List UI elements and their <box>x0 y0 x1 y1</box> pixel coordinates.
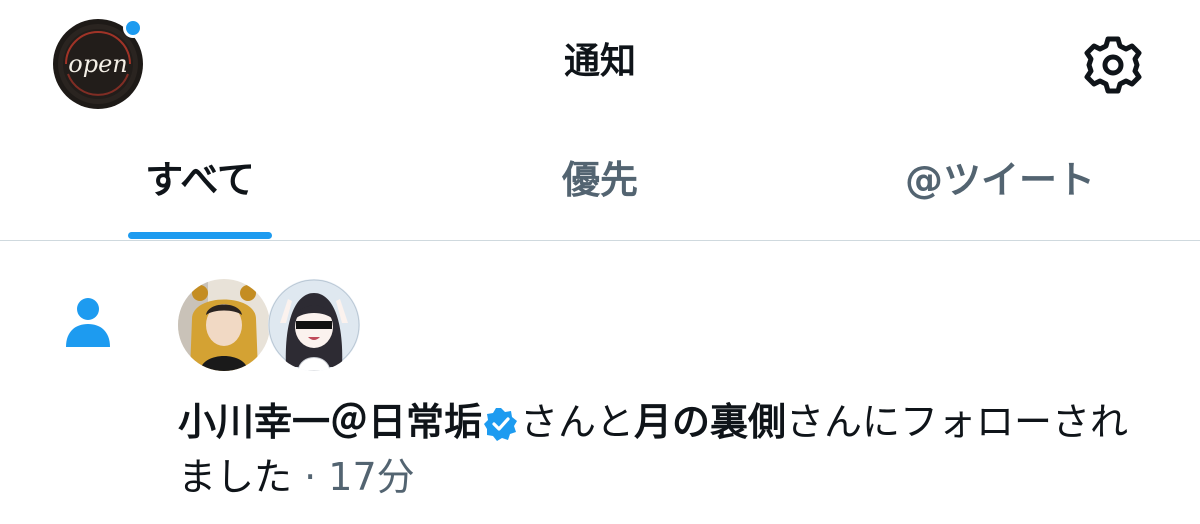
person-icon <box>66 298 110 347</box>
notification-time: 17分 <box>328 455 415 499</box>
actor-name-2[interactable]: 月の裏側 <box>634 400 786 444</box>
tab-mentions[interactable]: @ツイート <box>870 125 1130 241</box>
tab-priority-label: 優先 <box>561 158 638 202</box>
follow-notification[interactable]: 小川幸一＠日常垢 さんと月の裏側さんにフォローされました · 17分 <box>0 241 1200 524</box>
tab-mentions-label: @ツイート <box>904 158 1095 202</box>
actor-avatar-1[interactable] <box>178 279 270 371</box>
top-header: open 通知 <box>0 0 1200 125</box>
time-separator: · <box>292 455 329 499</box>
text-and: さんと <box>520 400 635 444</box>
actor-name-1[interactable]: 小川幸一＠日常垢 <box>178 400 482 444</box>
tab-all[interactable]: すべて <box>90 125 310 241</box>
actor-avatar-2[interactable] <box>268 279 360 371</box>
gear-icon <box>1084 36 1142 94</box>
tab-priority[interactable]: 優先 <box>490 125 710 241</box>
tab-all-label: すべて <box>145 158 255 202</box>
verified-badge-icon <box>484 408 518 441</box>
anime-girl-avatar <box>268 279 360 371</box>
notification-tabs: すべて 優先 @ツイート <box>0 125 1200 241</box>
page-title: 通知 <box>563 41 636 82</box>
photo-avatar <box>178 279 270 371</box>
settings-button[interactable] <box>1080 32 1146 98</box>
unread-dot <box>123 18 143 38</box>
active-tab-indicator <box>128 232 272 239</box>
notifications-screen: open 通知 すべて 優先 @ツイート 小川幸一＠日常垢 さんと月の裏側さんに… <box>0 0 1200 524</box>
notification-text: 小川幸一＠日常垢 さんと月の裏側さんにフォローされました · 17分 <box>178 395 1158 505</box>
